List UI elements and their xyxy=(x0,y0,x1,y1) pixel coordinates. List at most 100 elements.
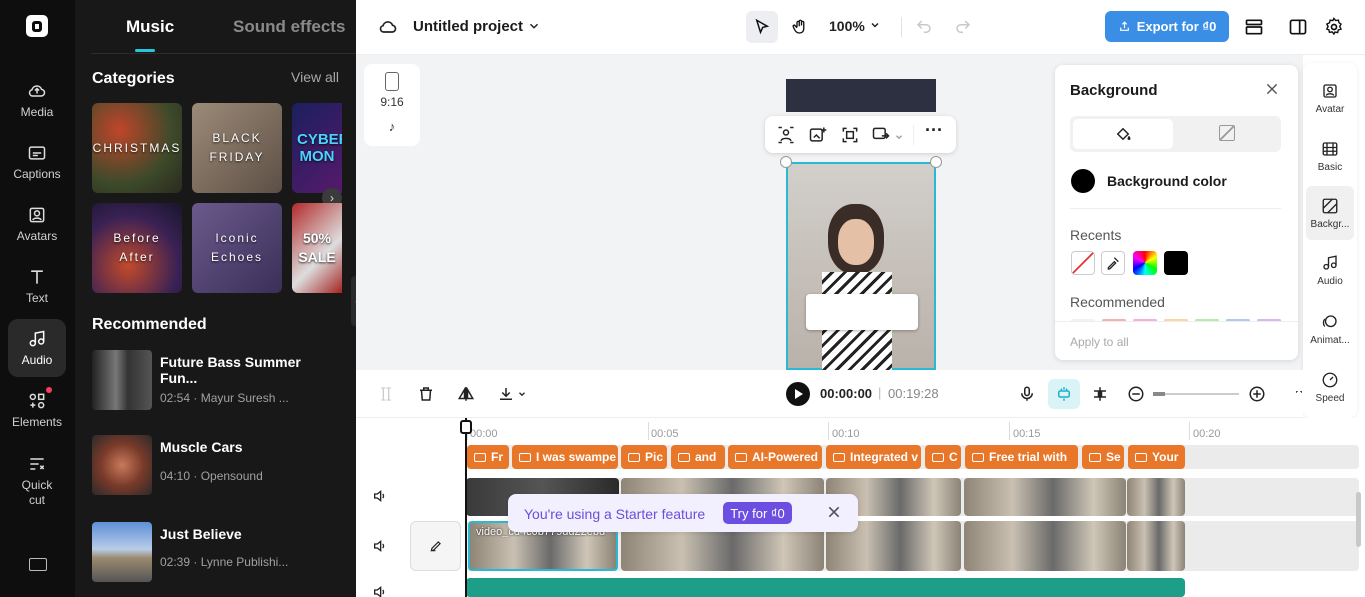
select-cursor-icon[interactable] xyxy=(746,11,778,43)
chevron-down-icon[interactable] xyxy=(869,19,881,31)
eyedropper-icon[interactable] xyxy=(1101,251,1125,275)
timeline-scrollbar[interactable] xyxy=(1356,492,1361,547)
apply-to-all-button[interactable]: Apply to all xyxy=(1070,335,1129,349)
add-image-icon[interactable] xyxy=(808,125,828,145)
rr-item-animation[interactable]: Animat... xyxy=(1306,302,1354,356)
zoom-in-icon[interactable] xyxy=(1247,384,1267,404)
caption-clip[interactable]: Fr xyxy=(467,445,509,469)
audio-clip[interactable] xyxy=(466,578,1185,597)
caption-clip[interactable]: Free trial with xyxy=(965,445,1078,469)
rail-item-quick-cut[interactable]: Quick cut xyxy=(8,451,66,511)
layers-icon[interactable] xyxy=(1243,17,1265,37)
playhead-line[interactable] xyxy=(465,418,467,597)
trash-icon[interactable] xyxy=(416,384,436,404)
color-picker-swatch[interactable] xyxy=(1133,251,1157,275)
playhead-handle[interactable] xyxy=(460,420,472,434)
rail-item-elements[interactable]: Elements xyxy=(8,381,66,439)
background-color-row[interactable]: Background color xyxy=(1070,167,1281,207)
caption-clip[interactable]: and xyxy=(671,445,725,469)
remove-background-icon[interactable] xyxy=(776,125,796,145)
recent-color-swatch[interactable] xyxy=(1164,251,1188,275)
tab-music[interactable]: Music xyxy=(126,17,174,37)
zoom-level[interactable]: 100% xyxy=(829,18,865,34)
caption-clip[interactable]: C xyxy=(925,445,961,469)
category-card[interactable]: 50% SALE xyxy=(292,203,342,293)
background-color-swatch[interactable] xyxy=(1071,169,1095,193)
volume-icon[interactable] xyxy=(372,538,388,554)
fit-timeline-icon[interactable] xyxy=(1295,384,1303,404)
cloud-save-icon[interactable] xyxy=(378,17,398,37)
zoom-slider-fill[interactable] xyxy=(1153,392,1165,396)
caption-clip[interactable]: I was swampe xyxy=(512,445,618,469)
app-logo[interactable] xyxy=(26,15,48,37)
volume-icon[interactable] xyxy=(372,488,388,504)
rr-item-basic[interactable]: Basic xyxy=(1306,129,1354,183)
settings-gear-icon[interactable] xyxy=(1323,17,1345,37)
project-title[interactable]: Untitled project xyxy=(413,18,523,35)
category-label: Iconic Echoes xyxy=(210,229,265,267)
track-item[interactable]: Just Believe 02:39 · Lynne Publishi... xyxy=(92,522,342,582)
keyboard-icon[interactable] xyxy=(29,558,47,571)
more-options-icon[interactable]: ··· xyxy=(925,120,945,140)
chevron-down-icon[interactable] xyxy=(517,389,527,399)
rail-item-media[interactable]: Media xyxy=(8,71,66,129)
rail-item-audio[interactable]: Audio xyxy=(8,319,66,377)
rr-item-speed[interactable]: Speed xyxy=(1306,360,1354,414)
fill-mode-tab[interactable] xyxy=(1073,119,1173,149)
resize-handle[interactable] xyxy=(930,156,942,168)
rail-item-captions[interactable]: Captions xyxy=(8,133,66,191)
caption-clip[interactable]: Your xyxy=(1128,445,1185,469)
zoom-out-icon[interactable] xyxy=(1126,384,1146,404)
rail-label: Quick cut xyxy=(17,478,57,508)
export-button[interactable]: Export for ₫0 xyxy=(1105,11,1229,42)
edit-track-button[interactable] xyxy=(410,521,461,571)
close-icon[interactable] xyxy=(826,504,842,520)
split-clip-icon[interactable] xyxy=(1090,384,1110,404)
rr-item-avatar[interactable]: Avatar xyxy=(1306,71,1354,125)
try-button[interactable]: Try for ₫0 xyxy=(723,502,792,524)
rr-item-background[interactable]: Backgr... xyxy=(1306,186,1354,240)
rr-item-audio[interactable]: Audio xyxy=(1306,243,1354,297)
undo-icon[interactable] xyxy=(914,17,934,37)
no-color-swatch[interactable] xyxy=(1071,251,1095,275)
download-icon[interactable] xyxy=(496,384,516,404)
category-card[interactable]: Before After xyxy=(92,203,182,293)
hand-tool-icon[interactable] xyxy=(784,11,816,43)
category-card[interactable]: CYBER MON xyxy=(292,103,342,193)
microphone-icon[interactable] xyxy=(1017,384,1037,404)
rail-item-avatars[interactable]: Avatars xyxy=(8,195,66,253)
category-card[interactable]: CHRISTMAS xyxy=(92,103,182,193)
track-item[interactable]: Muscle Cars 04:10 · Opensound xyxy=(92,435,342,495)
magnet-snap-icon[interactable] xyxy=(1048,379,1080,409)
caption-clip[interactable]: Integrated v xyxy=(826,445,921,469)
replace-icon[interactable] xyxy=(871,125,891,145)
video-clip[interactable] xyxy=(964,521,1126,571)
redo-icon[interactable] xyxy=(953,17,973,37)
video-clip[interactable] xyxy=(964,478,1126,516)
caption-icon xyxy=(1089,453,1101,462)
category-card[interactable]: BLACK FRIDAY xyxy=(192,103,282,193)
image-mode-tab[interactable] xyxy=(1219,125,1235,141)
tab-sound-effects[interactable]: Sound effects xyxy=(233,17,345,37)
caption-clip[interactable]: Se xyxy=(1082,445,1124,469)
play-button[interactable] xyxy=(786,382,810,406)
panel-layout-icon[interactable] xyxy=(1287,17,1309,37)
video-clip[interactable] xyxy=(1127,478,1185,516)
caption-clip[interactable]: Pic xyxy=(621,445,667,469)
aspect-ratio-selector[interactable]: 9:16 ♪ xyxy=(364,64,420,146)
close-icon[interactable] xyxy=(1265,82,1279,96)
flip-icon[interactable] xyxy=(456,384,476,404)
split-icon[interactable] xyxy=(378,385,394,403)
track-item[interactable]: Future Bass Summer Fun... 02:54 · Mayur … xyxy=(92,350,342,410)
video-clip[interactable] xyxy=(1127,521,1185,571)
zoom-slider-track[interactable] xyxy=(1153,393,1239,395)
caption-clip[interactable]: AI-Powered xyxy=(728,445,822,469)
chevron-down-icon[interactable] xyxy=(894,129,904,139)
volume-icon[interactable] xyxy=(372,584,388,597)
rail-item-text[interactable]: Text xyxy=(8,257,66,315)
view-all-link[interactable]: View all xyxy=(291,69,339,85)
crop-icon[interactable] xyxy=(840,125,860,145)
chevron-down-icon[interactable] xyxy=(526,18,542,34)
category-card[interactable]: Iconic Echoes xyxy=(192,203,282,293)
resize-handle[interactable] xyxy=(780,156,792,168)
